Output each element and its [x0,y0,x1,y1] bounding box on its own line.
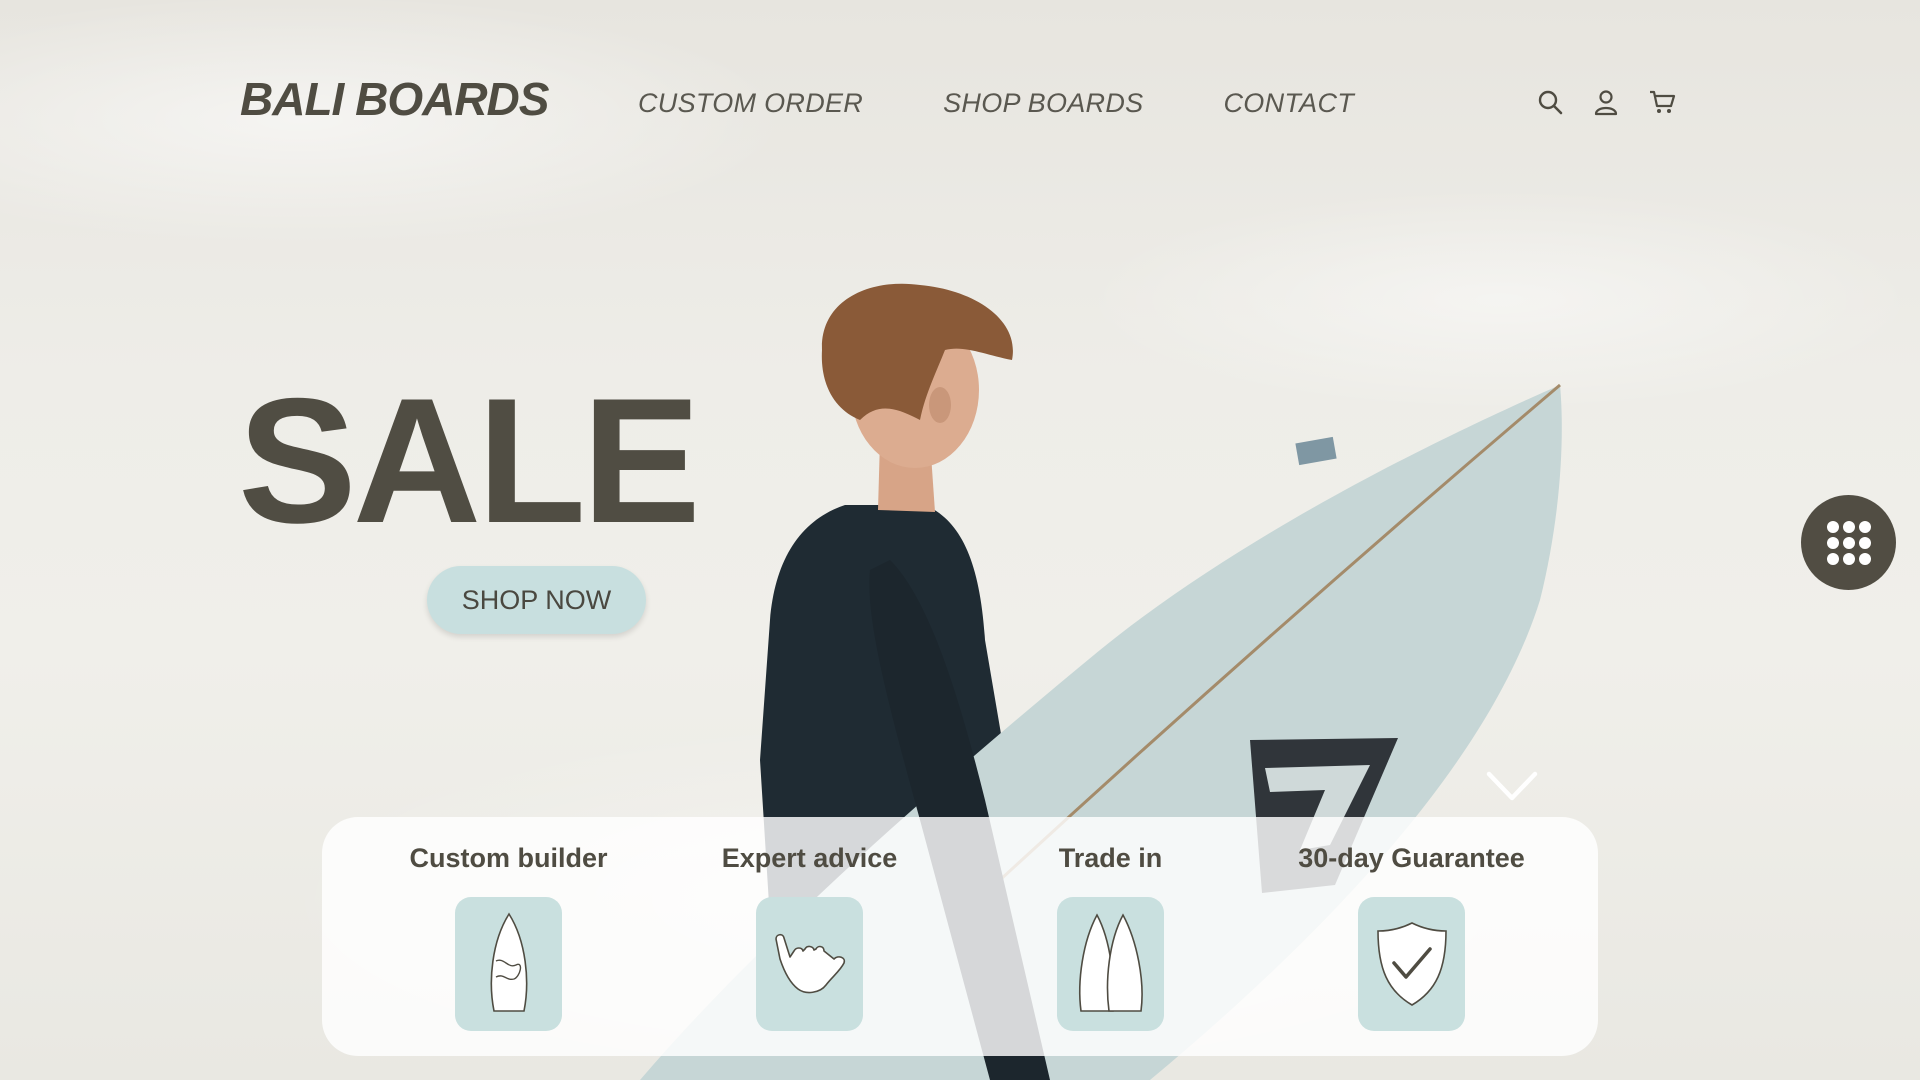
main-nav: CUSTOM ORDER SHOP BOARDS CONTACT [638,88,1354,119]
shaka-hand-icon [774,933,845,994]
user-icon[interactable] [1592,88,1620,116]
feature-tile [1057,897,1164,1031]
features-card: Custom builder Expert advice Trade in 30… [322,817,1598,1056]
chevron-down-icon[interactable] [1486,770,1538,804]
nav-shop-boards[interactable]: SHOP BOARDS [943,88,1143,119]
feature-expert-advice[interactable]: Expert advice [680,843,940,1056]
shop-now-button[interactable]: SHOP NOW [427,566,646,634]
surfboard-design-icon [490,912,527,1012]
cart-icon[interactable] [1648,88,1676,116]
feature-custom-builder[interactable]: Custom builder [379,843,639,1056]
feature-title: Trade in [1058,843,1163,873]
nav-contact[interactable]: CONTACT [1223,88,1354,119]
brand-logo[interactable]: BALI BOARDS [240,72,549,126]
apps-button[interactable] [1801,495,1896,590]
feature-guarantee[interactable]: 30-day Guarantee [1282,843,1542,1056]
grid-icon [1826,520,1871,565]
two-surfboards-icon [1078,913,1143,1012]
feature-title: Custom builder [409,843,608,873]
feature-title: 30-day Guarantee [1298,843,1525,873]
search-icon[interactable] [1536,88,1564,116]
hero-headline: SALE [238,361,701,560]
header-actions [1536,88,1676,116]
feature-title: Expert advice [721,843,898,873]
feature-tile [756,897,863,1031]
feature-tile [455,897,562,1031]
feature-trade-in[interactable]: Trade in [981,843,1241,1056]
feature-tile [1358,897,1465,1031]
nav-custom-order[interactable]: CUSTOM ORDER [638,88,863,119]
shield-check-icon [1376,922,1447,1006]
